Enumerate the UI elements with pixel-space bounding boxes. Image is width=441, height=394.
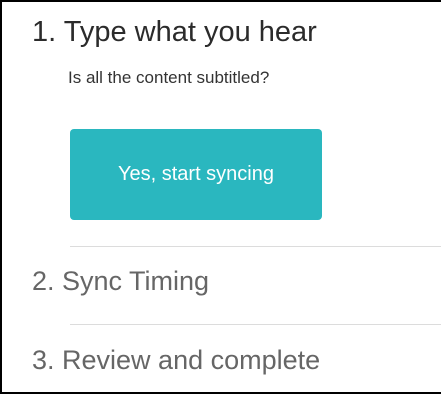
step-1-title: 1. Type what you hear	[32, 16, 317, 48]
start-syncing-button[interactable]: Yes, start syncing	[70, 129, 322, 220]
step-divider	[70, 246, 441, 247]
step-divider	[70, 324, 441, 325]
subtitle-steps-panel: 1. Type what you hear Is all the content…	[0, 0, 441, 394]
step-1-question: Is all the content subtitled?	[68, 68, 270, 87]
step-2-title: 2. Sync Timing	[32, 266, 210, 296]
step-3-title: 3. Review and complete	[32, 345, 321, 375]
